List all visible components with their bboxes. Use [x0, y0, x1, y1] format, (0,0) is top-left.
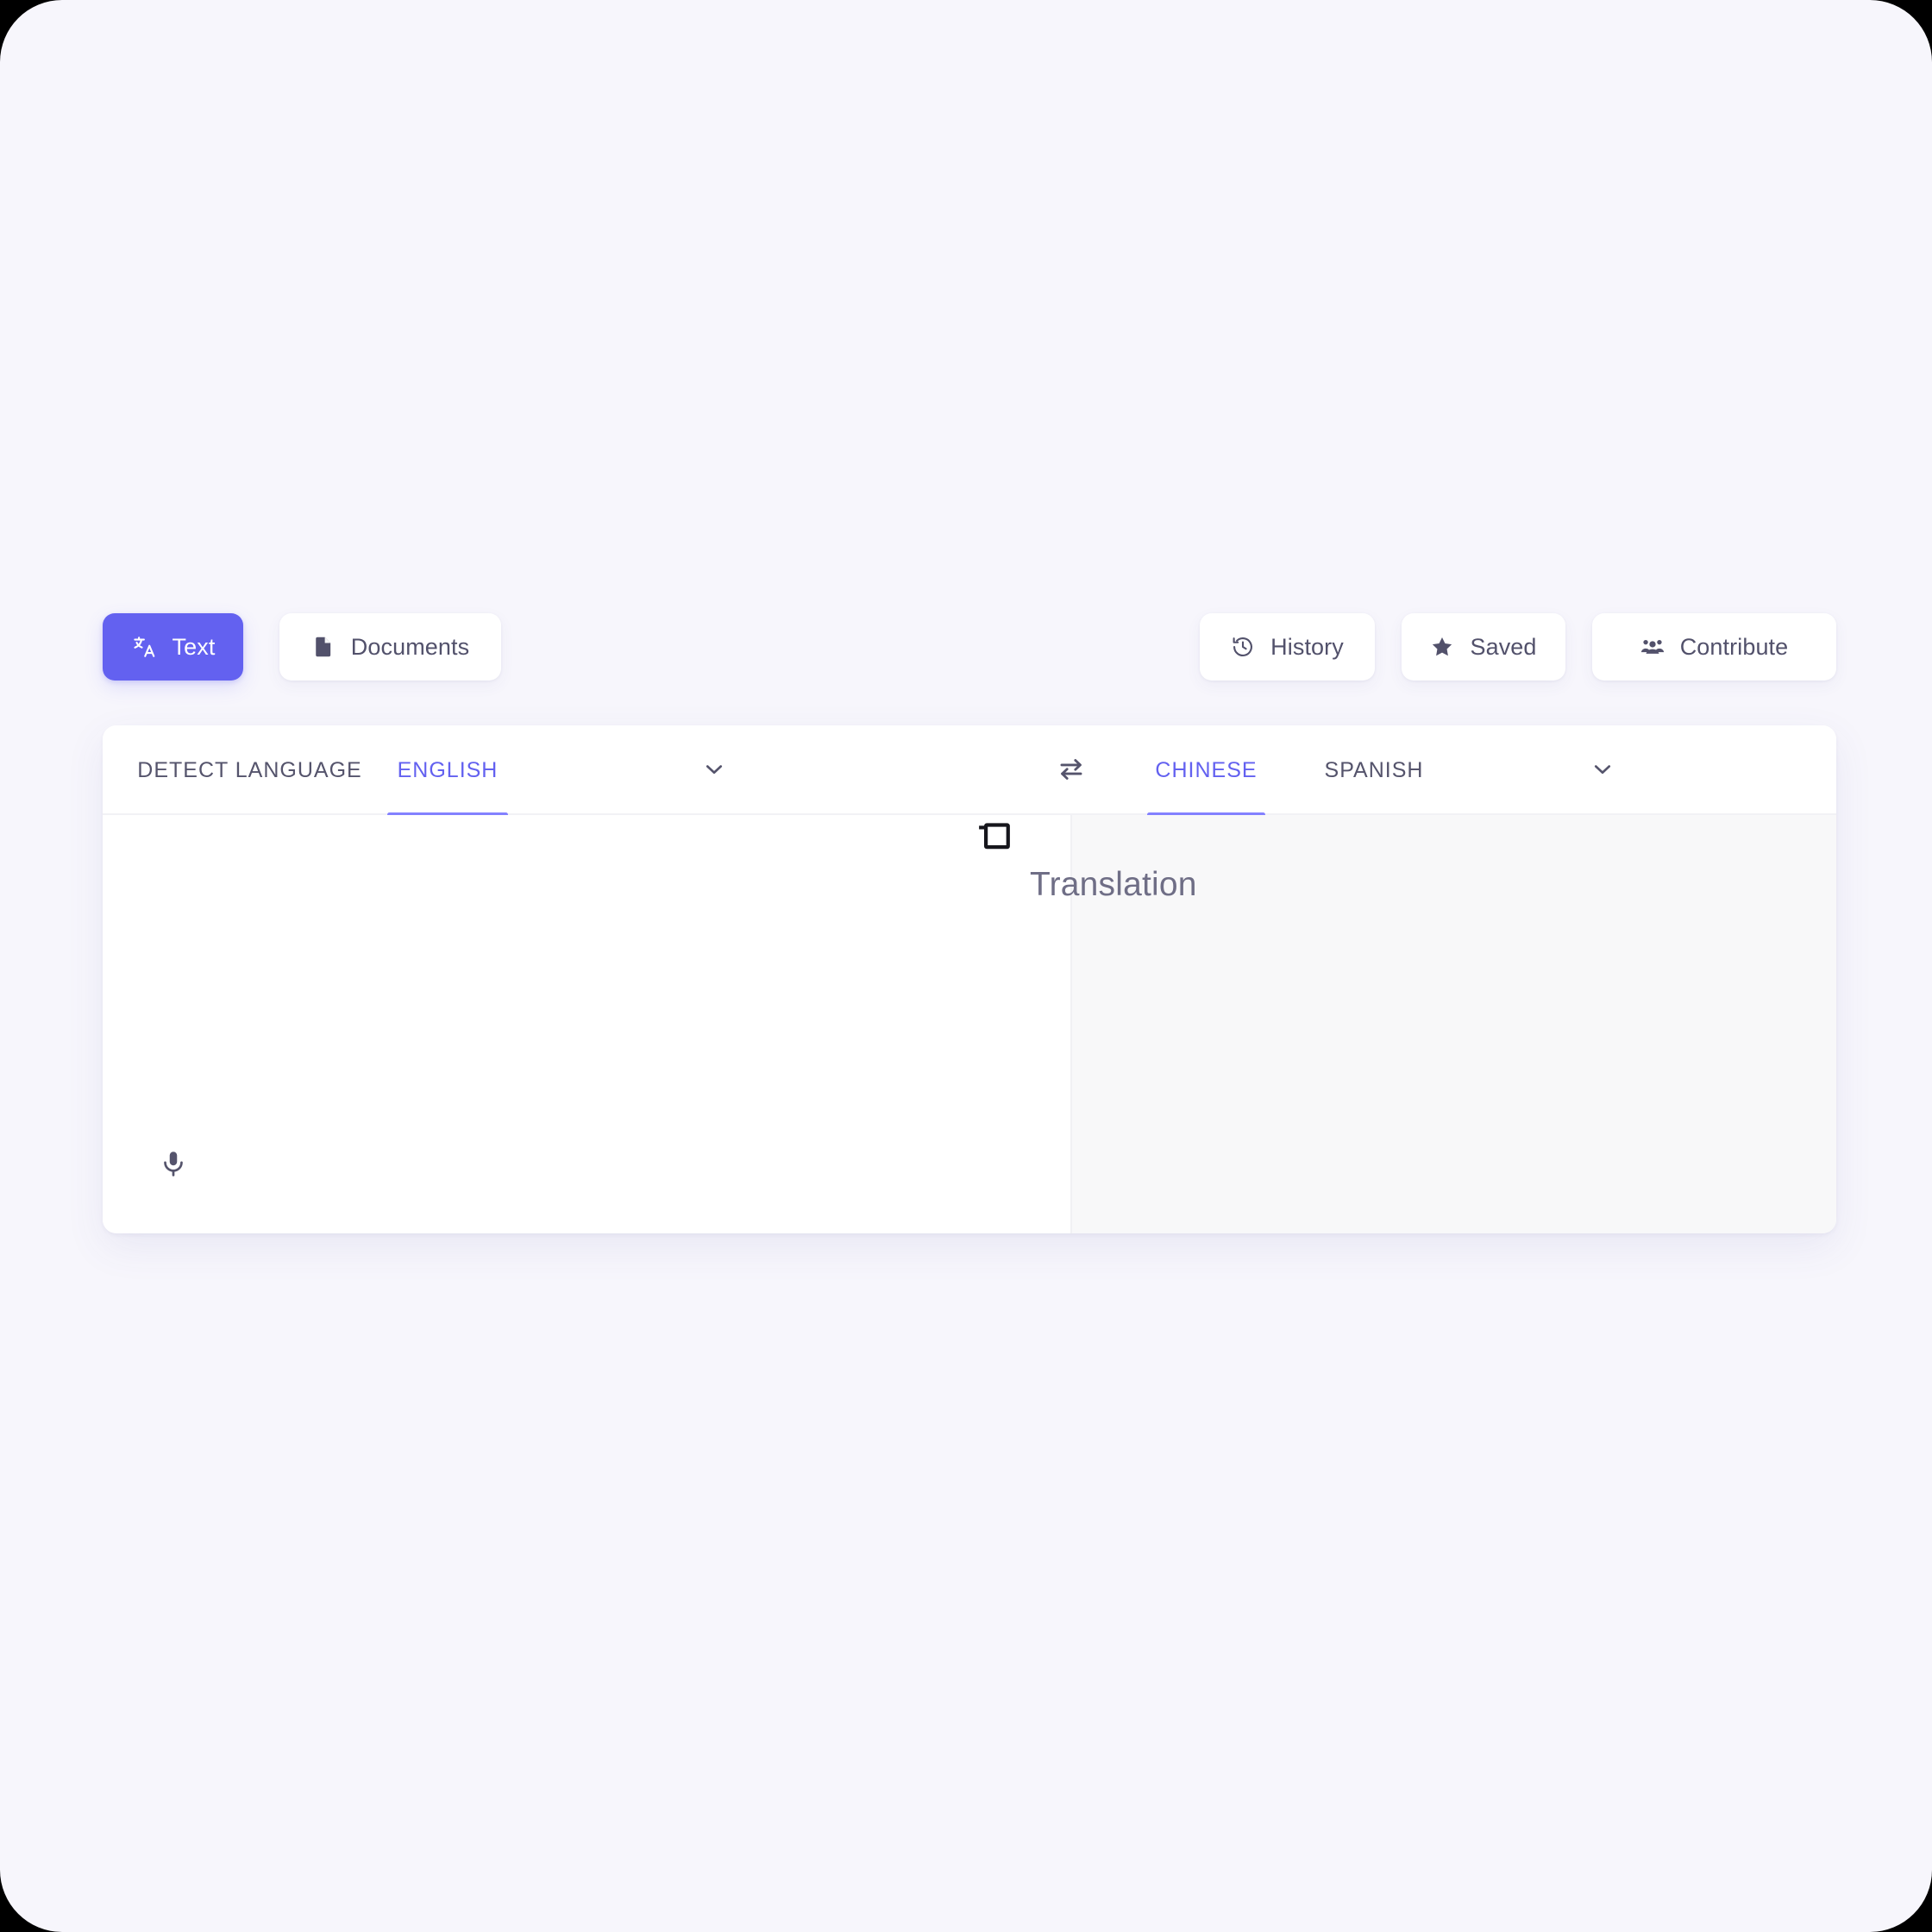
swap-arrows-icon: [1057, 755, 1086, 788]
source-lang-detect-label: DETECT LANGUAGE: [137, 757, 362, 782]
source-pane: [103, 815, 1072, 1233]
history-clock-icon: [1231, 635, 1255, 659]
copy-translation-button[interactable]: [970, 817, 1019, 865]
microphone-icon: [159, 1149, 188, 1182]
history-label: History: [1270, 633, 1344, 660]
target-lang-spanish[interactable]: SPANISH: [1314, 725, 1434, 815]
translator-card: DETECT LANGUAGE ENGLISH CHINESE SPANISH: [103, 725, 1836, 1233]
target-lang-dropdown[interactable]: [1583, 751, 1622, 791]
source-lang-english[interactable]: ENGLISH: [387, 725, 508, 817]
page-surface: Text Documents History Saved Contribute …: [0, 0, 1932, 1932]
source-lang-detect[interactable]: DETECT LANGUAGE: [137, 725, 361, 815]
top-toolbar: Text Documents History Saved Contribute: [103, 613, 1836, 681]
history-button[interactable]: History: [1200, 613, 1375, 681]
star-icon: [1430, 635, 1454, 659]
tab-text[interactable]: Text: [103, 613, 243, 681]
translation-placeholder-text: Translation: [1030, 866, 1197, 903]
contribute-label: Contribute: [1679, 633, 1789, 660]
copy-icon: [975, 820, 1013, 862]
chevron-down-icon: [701, 756, 727, 787]
translate-icon: [131, 634, 157, 660]
tab-documents-label: Documents: [350, 633, 470, 660]
source-lang-dropdown[interactable]: [694, 751, 734, 791]
target-lang-chinese[interactable]: CHINESE: [1147, 725, 1265, 817]
tab-documents[interactable]: Documents: [279, 613, 501, 681]
document-icon: [311, 635, 336, 659]
target-lang-spanish-label: SPANISH: [1324, 757, 1424, 782]
tab-text-label: Text: [172, 633, 216, 660]
language-bar: DETECT LANGUAGE ENGLISH CHINESE SPANISH: [103, 725, 1836, 817]
chevron-down-icon: [1590, 756, 1615, 787]
target-lang-chinese-label: CHINESE: [1155, 757, 1258, 782]
microphone-button[interactable]: [151, 1143, 196, 1188]
contribute-button[interactable]: Contribute: [1592, 613, 1836, 681]
saved-button[interactable]: Saved: [1402, 613, 1565, 681]
saved-label: Saved: [1470, 633, 1537, 660]
swap-languages-button[interactable]: [1051, 751, 1091, 791]
source-lang-english-label: ENGLISH: [397, 757, 499, 782]
source-text-input[interactable]: [154, 844, 1020, 1107]
people-group-icon: [1640, 635, 1665, 659]
